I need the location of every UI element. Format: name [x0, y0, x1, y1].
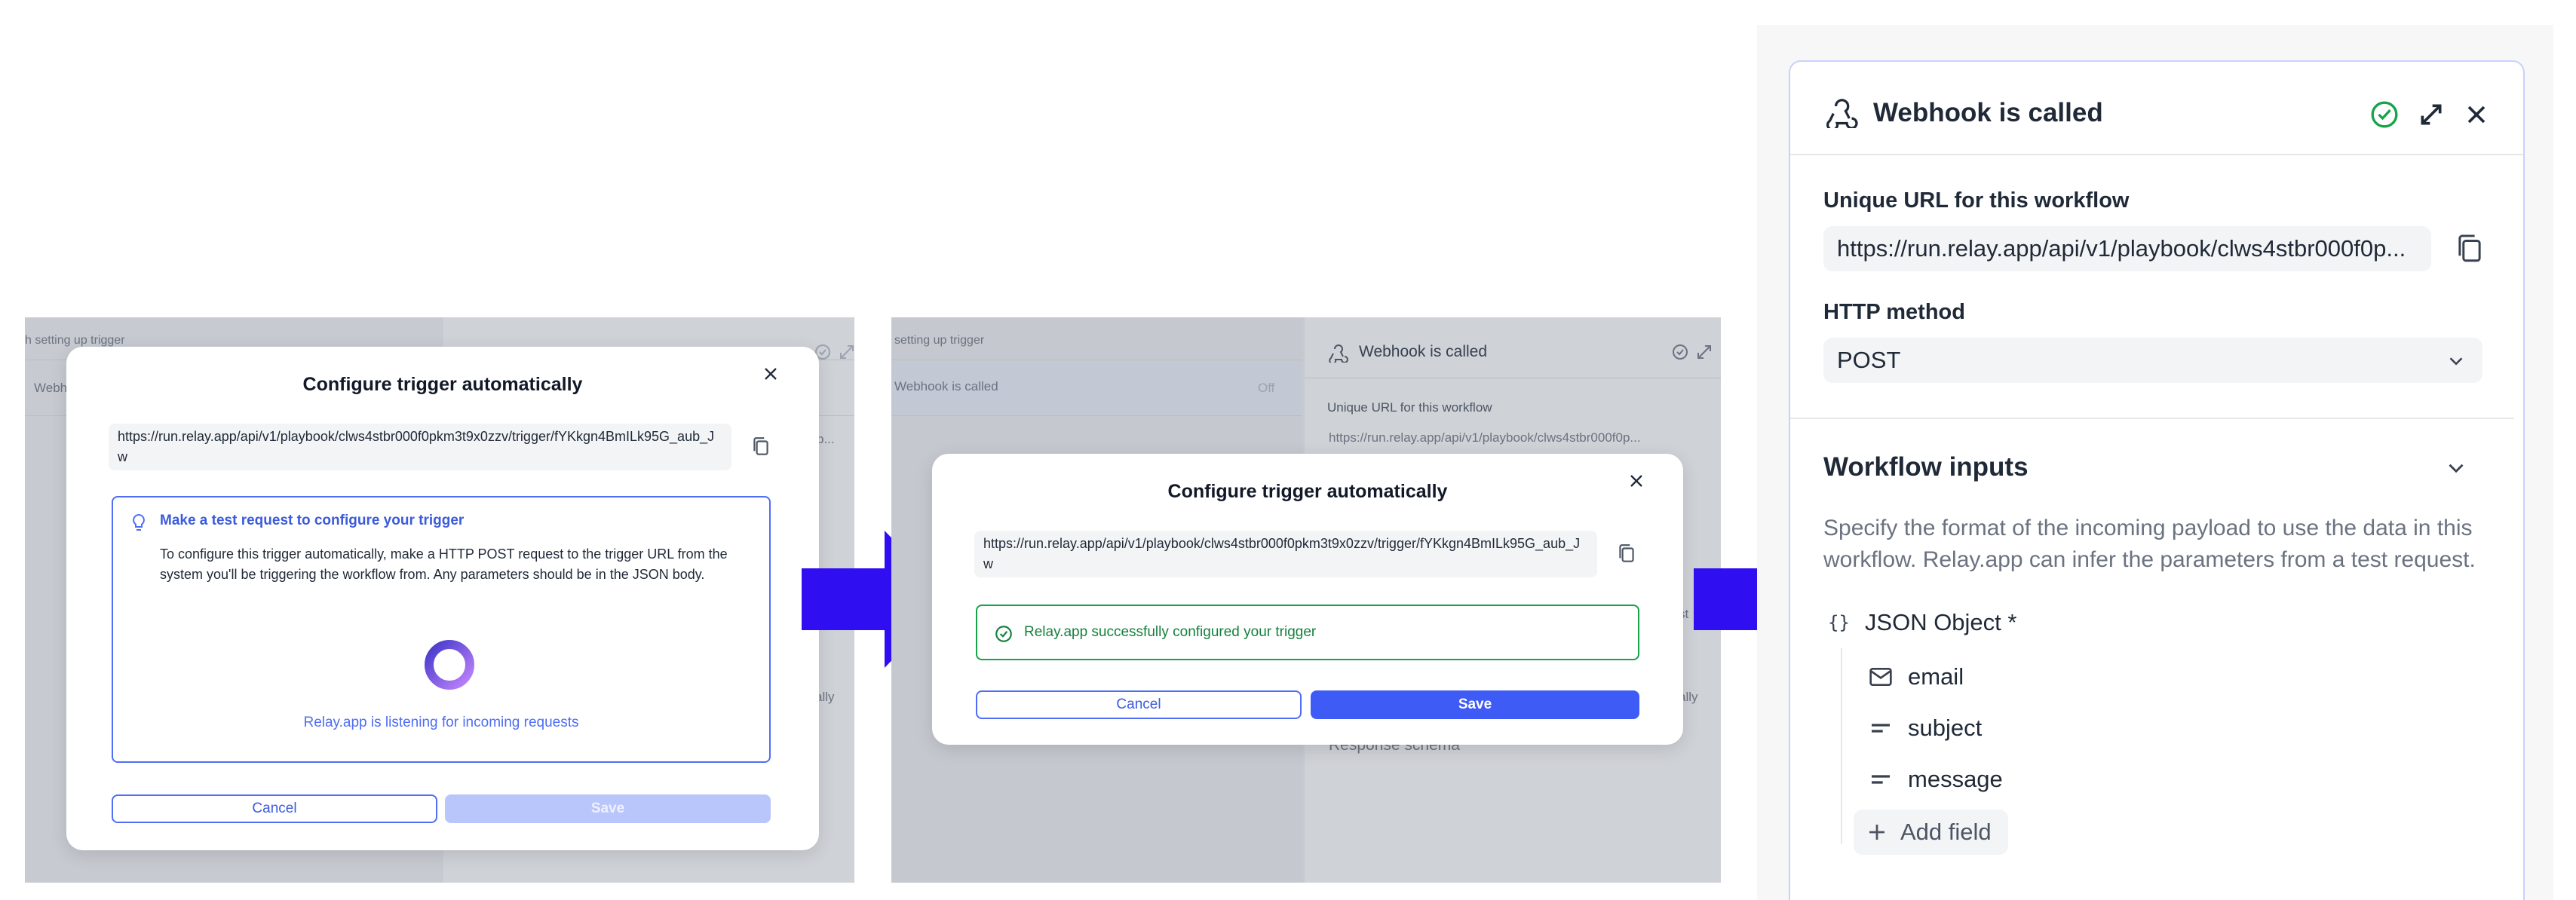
save-button[interactable]: Save [1311, 690, 1639, 719]
check-circle-icon [995, 626, 1012, 642]
plus-icon [1869, 825, 1884, 840]
inputs-description: Specify the format of the incoming paylo… [1823, 516, 2476, 572]
list-item-message[interactable]: message [1869, 766, 2003, 793]
trigger-url: https://run.relay.app/api/v1/playbook/cl… [974, 531, 1597, 577]
list-item-subject[interactable]: subject [1869, 715, 1982, 742]
json-object-root[interactable]: {} JSON Object * [1828, 609, 2016, 636]
success-box: Relay.app successfully configured your t… [976, 605, 1639, 660]
add-field-button[interactable]: Add field [1854, 810, 2008, 855]
save-button[interactable]: Save [445, 794, 771, 823]
method-label: HTTP method [1823, 300, 1965, 324]
test-request-box: Make a test request to configure your tr… [112, 496, 771, 763]
bg-header-text: h setting up trigger [25, 334, 125, 347]
panel-title: Webhook is called [1873, 98, 2103, 127]
bg-row-text: Webh [34, 381, 68, 395]
expand-icon [1697, 345, 1711, 359]
cancel-button[interactable]: Cancel [976, 690, 1302, 719]
section-divider [1790, 418, 2514, 419]
close-icon[interactable] [1626, 470, 1647, 491]
expand-icon[interactable] [2416, 99, 2446, 130]
close-icon[interactable] [760, 363, 781, 384]
chevron-down-icon[interactable] [2443, 455, 2469, 481]
modal-title: Configure trigger automatically [1167, 481, 1448, 502]
webhook-icon [1826, 99, 1858, 128]
bg-row-text: Webhook is called [894, 379, 998, 393]
add-field-label: Add field [1900, 819, 1992, 845]
field-label: subject [1908, 715, 1983, 741]
bg-url-value: https://run.relay.app/api/v1/playbook/cl… [1329, 430, 1641, 445]
list-item-email[interactable]: email [1869, 663, 1964, 690]
copy-icon[interactable] [751, 436, 771, 458]
close-icon[interactable] [2461, 99, 2492, 130]
listening-status: Relay.app is listening for incoming requ… [303, 715, 579, 730]
field-label: email [1908, 663, 1964, 690]
webhook-trigger-panel: Webhook is called Unique URL for this wo… [1789, 60, 2525, 900]
success-message: Relay.app successfully configured your t… [1024, 624, 1317, 640]
configure-trigger-modal: Configure trigger automatically https://… [66, 347, 819, 850]
trigger-url: https://run.relay.app/api/v1/playbook/cl… [109, 424, 731, 470]
bg-row-status: Off [1258, 381, 1275, 395]
modal-title: Configure trigger automatically [302, 374, 583, 395]
expand-icon [840, 345, 854, 359]
url-field: https://run.relay.app/api/v1/playbook/cl… [1823, 226, 2431, 271]
text-icon [1872, 724, 1890, 733]
spinner-icon [425, 640, 474, 690]
bg-url-label: Unique URL for this workflow [1327, 400, 1492, 415]
copy-icon[interactable] [1617, 543, 1636, 565]
copy-icon[interactable] [2454, 232, 2486, 267]
bg-divider [891, 415, 1302, 416]
lightbulb-icon [133, 513, 145, 531]
info-title: Make a test request to configure your tr… [160, 513, 465, 528]
bg-url-snip: p... [817, 432, 835, 446]
bg-header-text: setting up trigger [894, 334, 985, 347]
method-value: POST [1837, 347, 1901, 373]
configure-trigger-modal: Configure trigger automatically https://… [932, 454, 1683, 745]
braces-icon: {} [1828, 612, 1850, 633]
bg-panel-title: Webhook is called [1359, 343, 1488, 360]
info-body: To configure this trigger automatically,… [160, 546, 728, 582]
field-label: message [1908, 766, 2003, 792]
check-circle-icon [1673, 344, 1688, 360]
tree-guide [1841, 648, 1842, 844]
url-label: Unique URL for this workflow [1823, 188, 2130, 213]
panel-header-divider [1790, 154, 2523, 155]
method-select[interactable]: POST [1823, 338, 2482, 383]
chevron-down-icon[interactable] [2445, 350, 2467, 372]
cancel-button[interactable]: Cancel [112, 794, 437, 823]
json-root-label: JSON Object * [1864, 609, 2017, 635]
text-icon [1872, 775, 1890, 784]
check-circle-icon[interactable] [2369, 99, 2400, 130]
inputs-title: Workflow inputs [1823, 452, 2029, 482]
webhook-icon [1329, 344, 1348, 363]
mail-icon [1869, 668, 1892, 686]
